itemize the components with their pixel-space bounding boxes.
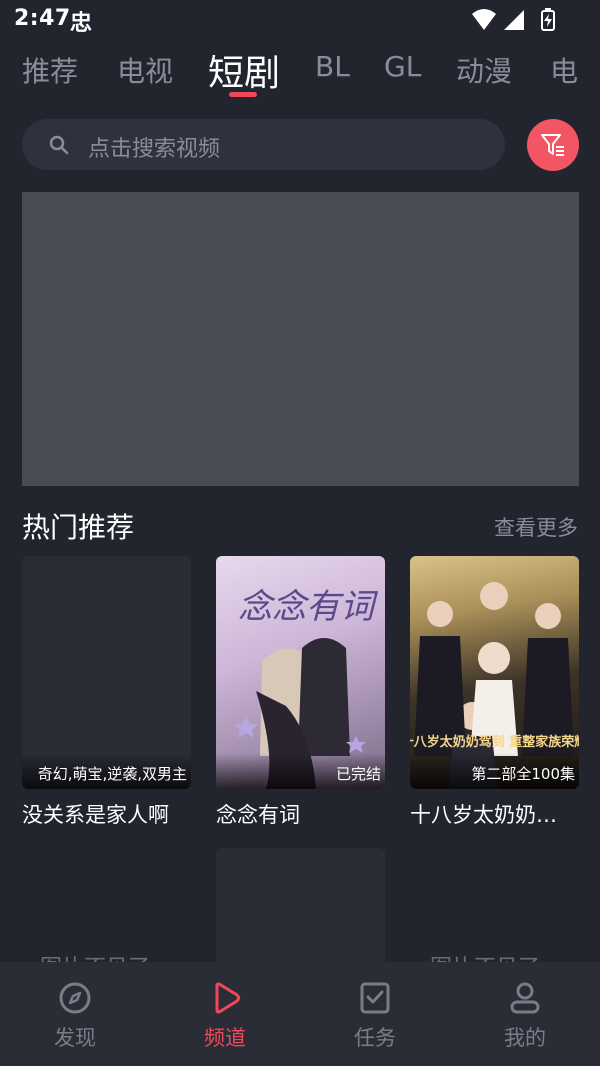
signal-icon [504,10,524,30]
poster-title-text: 念念有词 [238,587,379,627]
status-time: 2:47 [14,6,71,31]
play-icon [215,982,240,1014]
tab-anime[interactable]: 动漫 [456,50,512,90]
tab-recommend[interactable]: 推荐 [22,50,78,90]
status-bar: 2:47 忠 [0,0,600,40]
active-tab-indicator [229,92,257,97]
search-placeholder: 点击搜索视频 [88,137,221,162]
nav-discover[interactable]: 发现 [25,980,125,1052]
completed-badge: 已完结 [335,765,381,783]
drama-poster: 奇幻,萌宝,逆袭,双男主 [22,556,191,789]
compass-icon [59,982,91,1014]
drama-card[interactable]: 念念有词 已完结 念念有词 [216,556,385,829]
drama-title: 念念有词 [216,803,300,827]
drama-title: 十八岁太奶奶… [410,803,557,827]
poster-caption-overlay: 第二部全100集 [410,753,579,789]
poster-title-text: 十八岁太奶奶驾到 重整家族荣耀 [410,734,579,750]
drama-card[interactable]: 十八岁太奶奶驾到 重整家族荣耀 第二部全100集 十八岁太奶奶… [410,556,579,829]
see-more-link[interactable]: 查看更多 [494,512,578,542]
poster-caption-overlay: 已完结 [216,753,385,789]
tab-tv[interactable]: 电视 [117,50,173,90]
search-input[interactable]: 点击搜索视频 [22,119,505,170]
tab-gl[interactable]: GL [384,50,421,83]
drama-card-placeholder[interactable] [216,848,385,968]
nav-label: 频道 [204,1026,246,1050]
tab-short-drama[interactable]: 短剧 [208,44,280,96]
nav-label: 发现 [54,1026,96,1050]
tab-movie[interactable]: 电 [550,50,578,90]
nav-tasks[interactable]: 任务 [325,980,425,1052]
nav-profile[interactable]: 我的 [475,980,575,1052]
filter-button[interactable] [527,119,579,171]
category-tabs: 推荐 电视 短剧 BL GL 动漫 电 [0,44,600,100]
wifi-icon [472,9,496,30]
episode-badge: 第二部全100集 [471,765,575,783]
drama-poster: 十八岁太奶奶驾到 重整家族荣耀 第二部全100集 [410,556,579,789]
search-icon [49,135,69,155]
app-notification-icon: 忠 [70,11,93,36]
poster-caption-overlay: 奇幻,萌宝,逆袭,双男主 [22,753,191,789]
user-icon [510,982,540,1014]
nav-label: 我的 [504,1026,546,1050]
bottom-navigation: 发现 频道 任务 我的 [0,962,600,1066]
tab-bl[interactable]: BL [315,50,350,83]
section-title: 热门推荐 [22,511,135,544]
status-icons [472,8,555,31]
drama-title: 没关系是家人啊 [22,803,169,827]
drama-card[interactable]: 奇幻,萌宝,逆袭,双男主 没关系是家人啊 [22,556,191,829]
drama-tags: 奇幻,萌宝,逆袭,双男主 [37,765,187,783]
drama-poster: 念念有词 已完结 [216,556,385,789]
banner-carousel[interactable] [22,192,579,486]
filter-icon [541,134,564,156]
nav-channel[interactable]: 频道 [175,980,275,1052]
battery-charging-icon [541,8,555,31]
task-icon [360,982,390,1014]
nav-label: 任务 [354,1026,396,1050]
